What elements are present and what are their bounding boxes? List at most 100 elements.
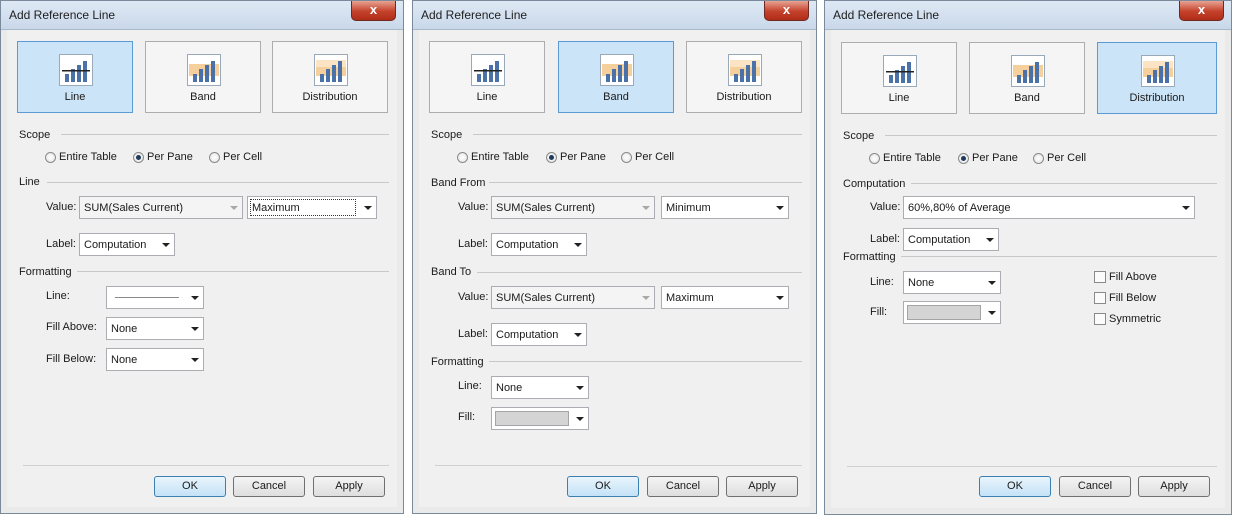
chevron-down-icon [574,333,582,337]
dialog-title: Add Reference Line [9,8,116,22]
band-to-divider [477,272,802,273]
scope-per-cell-label[interactable]: Per Cell [223,151,262,163]
title-bar[interactable]: Add Reference Line x [825,1,1231,30]
band-from-aggregation-select[interactable]: Minimum [661,196,789,219]
line-aggregation-select[interactable]: Maximum [247,196,377,219]
band-to-value-label: Value: [458,291,489,303]
line-value-field-text: SUM(Sales Current) [84,202,184,214]
computation-value-select[interactable]: 60%,80% of Average [903,196,1195,219]
button-divider [847,466,1217,467]
scope-per-cell-radio[interactable] [1033,153,1044,164]
type-line-label: Line [888,92,910,104]
type-distribution-button[interactable]: Distribution [686,41,802,113]
fill-above-select[interactable]: None [106,317,204,340]
band-from-heading: Band From [431,177,486,189]
fill-above-text: None [111,323,138,335]
scope-per-cell-radio[interactable] [621,152,632,163]
scope-per-cell-radio[interactable] [209,152,220,163]
apply-button[interactable]: Apply [313,476,385,497]
scope-entire-table-radio[interactable] [45,152,56,163]
band-to-value-field-text: SUM(Sales Current) [496,292,596,304]
chevron-down-icon [776,296,784,300]
type-band-button[interactable]: Band [145,41,261,113]
title-bar[interactable]: Add Reference Line x [413,1,816,30]
type-distribution-button[interactable]: Distribution [272,41,388,113]
line-label-select[interactable]: Computation [79,233,175,256]
fill-below-checkbox[interactable] [1094,292,1106,304]
band-from-value-field-select[interactable]: SUM(Sales Current) [491,196,655,219]
type-line-label: Line [476,91,498,103]
line-value-label: Value: [46,201,77,213]
cancel-button[interactable]: Cancel [233,476,305,497]
scope-entire-table-label[interactable]: Entire Table [59,151,117,163]
close-button[interactable]: x [764,1,809,21]
apply-button[interactable]: Apply [726,476,798,497]
close-button[interactable]: x [1179,1,1224,21]
format-line-label: Line: [870,276,894,288]
type-band-label: Band [190,91,216,103]
scope-per-pane-radio[interactable] [546,152,557,163]
format-fill-select[interactable] [491,407,589,430]
scope-per-pane-label[interactable]: Per Pane [972,152,1018,164]
scope-heading: Scope [843,130,875,142]
scope-per-pane-radio[interactable] [133,152,144,163]
scope-per-cell-label[interactable]: Per Cell [635,151,674,163]
band-to-value-field-select[interactable]: SUM(Sales Current) [491,286,655,309]
line-chart-icon [59,54,93,86]
scope-entire-table-label[interactable]: Entire Table [471,151,529,163]
scope-heading: Scope [19,129,51,141]
symmetric-label[interactable]: Symmetric [1109,313,1161,325]
format-line-select[interactable]: None [903,271,1001,294]
band-to-aggregation-select[interactable]: Maximum [661,286,789,309]
computation-label-label: Label: [870,233,900,245]
title-bar[interactable]: Add Reference Line x [1,1,403,30]
fill-above-label[interactable]: Fill Above [1109,271,1157,283]
scope-entire-table-radio[interactable] [869,153,880,164]
type-band-button[interactable]: Band [969,42,1085,114]
chevron-down-icon [642,296,650,300]
band-to-label-select[interactable]: Computation [491,323,587,346]
scope-per-pane-radio[interactable] [958,153,969,164]
ok-button[interactable]: OK [154,476,226,497]
fill-color-swatch [907,305,981,320]
fill-below-select[interactable]: None [106,348,204,371]
symmetric-checkbox[interactable] [1094,313,1106,325]
cancel-button[interactable]: Cancel [1059,476,1131,497]
computation-divider [911,183,1217,184]
fill-below-text: None [111,354,138,366]
scope-per-pane-label[interactable]: Per Pane [147,151,193,163]
type-line-button[interactable]: Line [17,41,133,113]
band-from-label-label: Label: [458,238,488,250]
format-line-label: Line: [458,380,482,392]
line-divider [47,182,389,183]
format-line-style-select[interactable] [106,286,204,309]
scope-per-cell-label[interactable]: Per Cell [1047,152,1086,164]
band-chart-icon [187,54,221,86]
apply-button[interactable]: Apply [1138,476,1210,497]
scope-entire-table-radio[interactable] [457,152,468,163]
cancel-button[interactable]: Cancel [647,476,719,497]
type-distribution-button[interactable]: Distribution [1097,42,1217,114]
type-line-button[interactable]: Line [429,41,545,113]
ok-button[interactable]: OK [567,476,639,497]
scope-divider [885,135,1217,136]
scope-entire-table-label[interactable]: Entire Table [883,152,941,164]
format-fill-select[interactable] [903,301,1001,324]
distribution-chart-icon [728,54,762,86]
dialog-title: Add Reference Line [833,8,940,22]
close-button[interactable]: x [351,1,396,21]
scope-per-pane-label[interactable]: Per Pane [560,151,606,163]
line-chart-icon [471,54,505,86]
type-line-button[interactable]: Line [841,42,957,114]
band-from-label-select[interactable]: Computation [491,233,587,256]
chevron-down-icon [364,206,372,210]
line-value-field-select[interactable]: SUM(Sales Current) [79,196,243,219]
band-to-label-label: Label: [458,328,488,340]
computation-label-select[interactable]: Computation [903,228,999,251]
format-line-select[interactable]: None [491,376,589,399]
band-chart-icon [1011,55,1045,87]
type-band-button[interactable]: Band [558,41,674,113]
ok-button[interactable]: OK [979,476,1051,497]
fill-above-checkbox[interactable] [1094,271,1106,283]
fill-below-label[interactable]: Fill Below [1109,292,1156,304]
